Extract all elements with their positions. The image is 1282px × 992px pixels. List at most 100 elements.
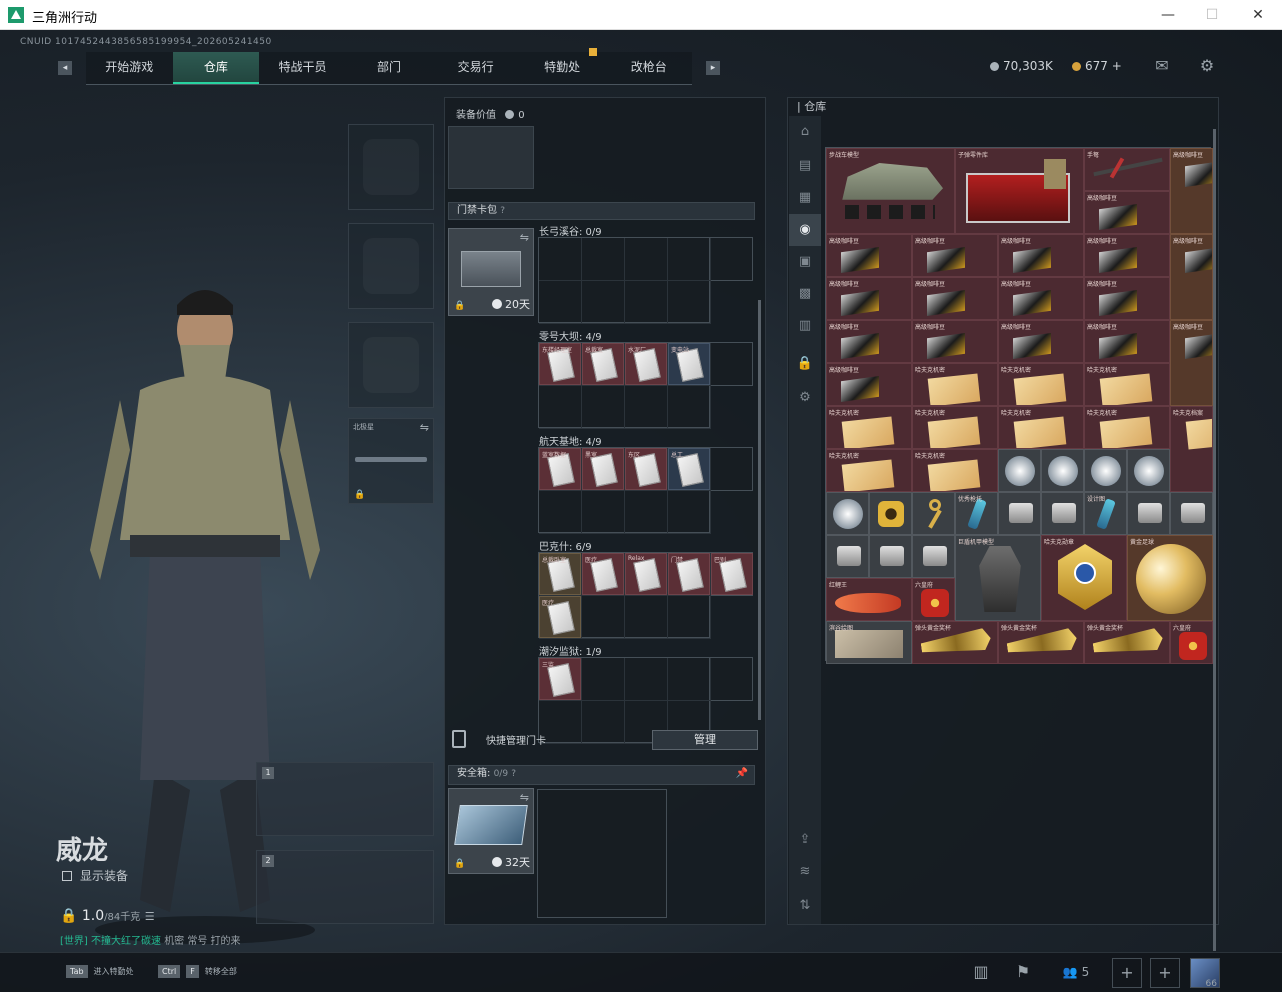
storage-item[interactable] [998, 449, 1041, 492]
card-grid-cell[interactable] [668, 491, 711, 534]
storage-item[interactable]: 高级咖啡豆 [1084, 320, 1170, 363]
chat-line[interactable]: [世界] 不撞大红了碳速 机密 常号 打的来 [60, 932, 241, 947]
mail-icon[interactable]: ✉ [1152, 56, 1172, 76]
card-grid-extension[interactable] [710, 657, 753, 701]
settings-gear-icon[interactable]: ⚙ [1197, 56, 1217, 76]
card-grid-cell[interactable] [668, 658, 711, 701]
storage-item[interactable]: 高级咖啡豆 [1170, 320, 1213, 406]
safebox-item[interactable]: ⇋ 🔒 32天 [448, 788, 534, 874]
storage-tab-collectibles[interactable]: ◉ [789, 214, 821, 246]
storage-item[interactable]: 步战车模型 [826, 148, 955, 234]
tab-operators[interactable]: 特战干员 [259, 52, 346, 84]
card-grid[interactable]: 总裁卧室 医疗 Relax 门禁 巴别 医疗 [538, 552, 753, 639]
storage-item[interactable]: 高级咖啡豆 [826, 320, 912, 363]
card-grid[interactable] [538, 237, 753, 324]
safebox-grid[interactable] [537, 789, 667, 918]
storage-item[interactable]: 设计图 [1084, 492, 1127, 535]
storage-item[interactable]: 哈夫克档案 [1170, 406, 1213, 492]
transfer-all-hint[interactable]: Ctrl F 转移全部 [158, 965, 237, 978]
storage-item[interactable]: 高级咖啡豆 [912, 277, 998, 320]
maximize-button[interactable]: ☐ [1198, 4, 1226, 26]
card-grid-cell[interactable] [668, 386, 711, 429]
help-icon[interactable]: ? [500, 206, 505, 216]
storage-item[interactable]: 哈夫克机密 [826, 449, 912, 492]
card-grid-cell[interactable] [625, 491, 668, 534]
storage-item[interactable]: 优秀枪托 [955, 492, 998, 535]
storage-item[interactable]: 哈夫克机密 [1084, 406, 1170, 449]
card-grid-extension[interactable] [710, 237, 753, 281]
storage-item[interactable] [912, 492, 955, 535]
storage-item[interactable]: 子弹零件库 [955, 148, 1084, 234]
storage-tab-armor[interactable]: ▦ [789, 182, 821, 214]
storage-item[interactable] [1084, 449, 1127, 492]
storage-item[interactable]: 六皇府 [912, 578, 955, 621]
storage-tab-ammo[interactable]: ▣ [789, 246, 821, 278]
storage-item[interactable]: 高级咖啡豆 [912, 320, 998, 363]
storage-item[interactable] [1127, 492, 1170, 535]
storage-tab-keys[interactable]: ▥ [789, 310, 821, 342]
card-grid-cell[interactable] [625, 658, 668, 701]
storage-item[interactable]: 手弩 [1084, 148, 1170, 191]
storage-item[interactable]: 哈夫克机密 [912, 406, 998, 449]
storage-item[interactable]: 巨盾机甲模型 [955, 535, 1041, 621]
tab-special-ops[interactable]: 特勤处 [519, 48, 606, 84]
card-grid-cell[interactable] [539, 238, 582, 281]
pistol-slot[interactable] [348, 322, 434, 408]
storage-item[interactable]: 弹头黄金奖杯 [912, 621, 998, 664]
close-button[interactable]: ✕ [1244, 4, 1272, 26]
card-grid-cell[interactable] [582, 386, 625, 429]
add-teammate-button[interactable]: + [1150, 958, 1180, 988]
backpack-slot[interactable] [448, 126, 534, 189]
manage-button[interactable]: 管理 [652, 730, 758, 750]
storage-item[interactable]: 六皇府 [1170, 621, 1213, 664]
access-card[interactable]: 门禁 [668, 553, 710, 595]
storage-item[interactable] [998, 492, 1041, 535]
storage-item[interactable]: 红鲤王 [826, 578, 912, 621]
melee-slot[interactable]: 北极星 ⇋ 🔒 [348, 418, 434, 504]
card-grid-cell[interactable] [539, 386, 582, 429]
special-ops-hint[interactable]: Tab 进入特勤处 [66, 965, 134, 978]
card-grid-cell[interactable] [582, 491, 625, 534]
storage-item[interactable] [1041, 449, 1084, 492]
card-grid-cell[interactable] [625, 281, 668, 324]
player-avatar[interactable]: 66 [1190, 958, 1220, 989]
storage-item[interactable]: 滨谷绘图 [826, 621, 912, 664]
storage-item[interactable]: 高级咖啡豆 [1084, 234, 1170, 277]
storage-item[interactable]: 高级咖啡豆 [998, 277, 1084, 320]
access-card[interactable]: 巴别 [711, 553, 753, 595]
card-grid-cell[interactable] [625, 596, 668, 639]
swap-icon[interactable]: ⇋ [420, 421, 429, 434]
storage-tab-weapons[interactable]: ▤ [789, 150, 821, 182]
access-card[interactable]: 医疗 [539, 596, 581, 638]
card-grid-cell[interactable] [625, 238, 668, 281]
storage-item[interactable]: 高级咖啡豆 [1084, 277, 1170, 320]
add-tokens-icon[interactable]: + [1112, 59, 1122, 73]
minimize-button[interactable]: — [1154, 4, 1182, 26]
card-grid[interactable]: 蓝室数据 黑室 东区 总工 [538, 447, 753, 534]
storage-item[interactable]: 高级咖啡豆 [1170, 148, 1213, 234]
storage-item[interactable]: 高级咖啡豆 [826, 234, 912, 277]
storage-item[interactable]: 高级咖啡豆 [912, 234, 998, 277]
storage-item[interactable]: 高级咖啡豆 [826, 277, 912, 320]
storage-item[interactable] [1127, 449, 1170, 492]
show-gear-checkbox[interactable] [62, 871, 72, 881]
access-card[interactable]: Relax [625, 553, 667, 595]
storage-item[interactable]: 高级咖啡豆 [826, 363, 912, 406]
storage-tab-sort[interactable]: ⇅ [789, 890, 821, 922]
card-grid-cell[interactable] [625, 386, 668, 429]
armor-slot[interactable] [348, 223, 434, 309]
card-grid-cell[interactable] [539, 281, 582, 324]
storage-item[interactable] [869, 535, 912, 578]
team-button[interactable]: 👥 5 [1056, 958, 1096, 988]
storage-item[interactable] [1170, 492, 1213, 535]
storage-grid[interactable]: 步战车模型 子弹零件库 手弩 高级咖啡豆 高级咖啡豆 高级咖啡豆 高级咖啡豆 高级咖啡豆 高级咖… [825, 147, 1213, 664]
storage-scrollbar[interactable] [1213, 129, 1216, 951]
swap-icon[interactable]: ⇋ [520, 791, 529, 804]
primary-weapon-slot[interactable]: 1 [256, 762, 434, 836]
storage-item[interactable]: 哈夫克机密 [826, 406, 912, 449]
access-card[interactable]: 总工 [668, 448, 710, 490]
access-card[interactable]: 东区 [625, 448, 667, 490]
storage-item[interactable] [1041, 492, 1084, 535]
tokens-display[interactable]: 677 + [1072, 59, 1122, 73]
help-icon[interactable]: ? [511, 769, 516, 779]
